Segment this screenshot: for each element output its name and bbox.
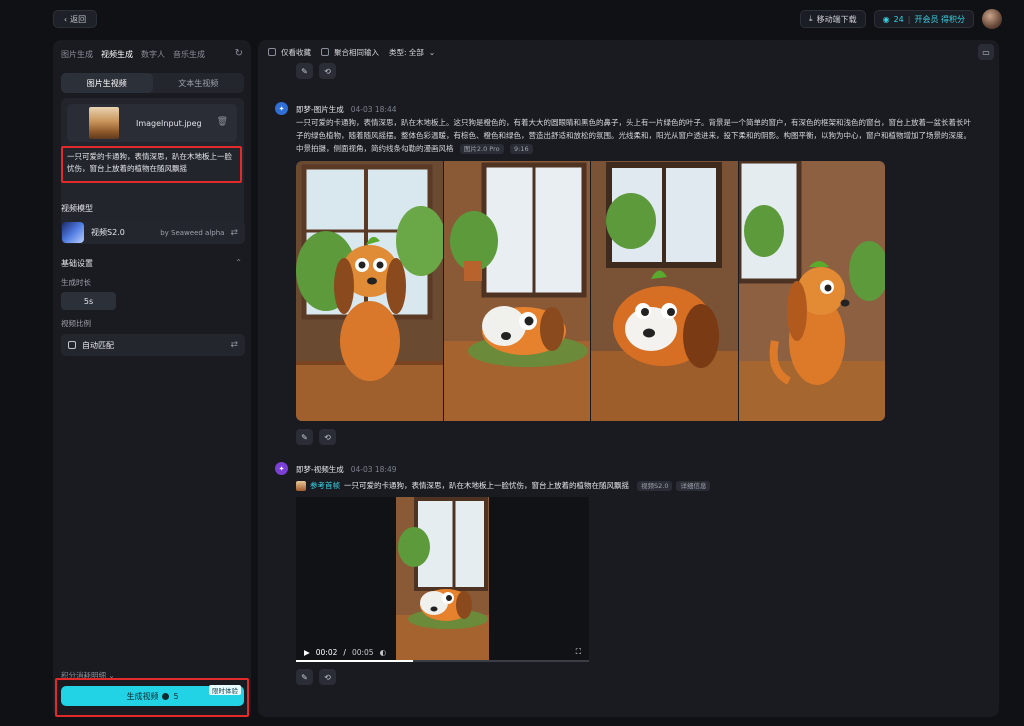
- segment-image-to-video[interactable]: 图片生视频: [61, 73, 153, 93]
- video-entry-header: 即梦-视频生成 04-03 18:49: [296, 464, 397, 475]
- model-selector[interactable]: 视频S2.0 by Seaweed alpha ⇄: [61, 221, 245, 244]
- trash-icon[interactable]: 🗑: [217, 117, 228, 127]
- model-name: 视频S2.0: [91, 228, 125, 237]
- type-filter-label: 类型: 全部: [389, 47, 424, 57]
- folder-icon[interactable]: ▭: [978, 44, 994, 60]
- chevron-down-icon: ⌄: [428, 47, 436, 57]
- refresh-icon[interactable]: ↻: [235, 48, 243, 59]
- image-entry-header: 即梦-图片生成 04-03 18:44: [296, 104, 397, 115]
- credit-icon: ◉: [882, 14, 890, 24]
- time-separator: /: [343, 647, 346, 657]
- entry-title: 即梦-视频生成: [296, 465, 344, 474]
- video-player[interactable]: ▶ 00:02 / 00:05 ◐ ⛶: [296, 497, 589, 662]
- credits-vip-button[interactable]: ◉ 24 | 开会员 得积分: [873, 10, 974, 28]
- dreamina-logo-icon: ✦: [275, 102, 288, 115]
- chevron-left-icon: ‹: [63, 14, 68, 24]
- mobile-download-label: 移动端下载: [816, 14, 857, 24]
- mode-tabs: 图片生成 视频生成 数字人 音乐生成 ↻: [61, 46, 243, 62]
- merge-input-filter[interactable]: 聚合相同输入: [321, 47, 379, 58]
- back-button[interactable]: ‹ 返回: [53, 10, 97, 28]
- checkbox[interactable]: [268, 48, 276, 56]
- generated-images: [296, 161, 885, 421]
- duration-label: 生成时长: [61, 278, 91, 287]
- credits-count: 24: [893, 14, 904, 24]
- tab-music-generation[interactable]: 音乐生成: [173, 49, 205, 60]
- ratio-label: 视频比例: [61, 319, 91, 328]
- duration-value: 5s: [83, 296, 94, 306]
- reference-frame-label: 参考首帧: [310, 481, 340, 490]
- prompt-highlight-box: [61, 146, 242, 183]
- type-filter-dropdown[interactable]: 类型: 全部 ⌄: [389, 47, 435, 58]
- main-panel: 仅看收藏 聚合相同输入 类型: 全部 ⌄ ▭ ✎ ⟲ ✦ 即梦-图片生成 04-…: [258, 40, 999, 717]
- regenerate-icon[interactable]: ⟲: [319, 63, 336, 79]
- edit-icon[interactable]: ✎: [296, 429, 313, 445]
- adjust-icon: ⇄: [230, 340, 238, 350]
- generate-highlight-box: [55, 678, 249, 717]
- edit-icon[interactable]: ✎: [296, 669, 313, 685]
- model-section-title: 视频模型: [61, 204, 93, 213]
- generated-image-4[interactable]: [738, 161, 885, 421]
- favorites-only-filter[interactable]: 仅看收藏: [268, 47, 311, 58]
- model-by: by Seaweed alpha: [160, 228, 225, 237]
- edit-icon[interactable]: ✎: [296, 63, 313, 79]
- model-thumbnail: [62, 222, 84, 243]
- ratio-tag: 9:16: [510, 144, 533, 154]
- entry-time: 04-03 18:49: [350, 465, 397, 474]
- basic-settings-title: 基础设置: [61, 259, 93, 268]
- checkbox[interactable]: [321, 48, 329, 56]
- video-prompt-line: 参考首帧 一只可爱的卡通狗，表情深思，趴在木地板上一脸忧伤，窗台上放着的植物在随…: [296, 480, 711, 491]
- uploaded-file[interactable]: ImageInput.jpeg 🗑: [67, 104, 237, 142]
- play-icon[interactable]: ▶: [304, 648, 310, 657]
- video-frame: [396, 497, 489, 662]
- user-avatar[interactable]: [982, 9, 1002, 29]
- volume-icon[interactable]: ◐: [380, 648, 387, 657]
- entry-title: 即梦-图片生成: [296, 105, 344, 114]
- video-source-toggle: 图片生视频 文本生视频: [61, 73, 244, 93]
- mobile-download-button[interactable]: ⤓ 移动端下载: [800, 10, 866, 28]
- download-icon: ⤓: [809, 14, 813, 23]
- current-time: 00:02: [315, 647, 338, 657]
- chevron-up-icon[interactable]: ⌃: [235, 258, 242, 267]
- fullscreen-icon[interactable]: ⛶: [576, 647, 581, 657]
- tab-video-generation[interactable]: 视频生成: [101, 49, 133, 60]
- uploaded-image-thumbnail: [89, 107, 119, 139]
- ratio-value: 自动匹配: [82, 340, 114, 350]
- merge-input-label: 聚合相同输入: [334, 47, 379, 57]
- ratio-icon: [68, 341, 76, 349]
- video-progress-fill: [296, 660, 414, 662]
- adjust-icon: ⇄: [230, 227, 238, 238]
- total-duration: 00:05: [351, 647, 374, 657]
- duration-option[interactable]: 5s: [61, 292, 116, 310]
- dreamina-logo-icon: ✦: [275, 462, 288, 475]
- video-prompt-text: 一只可爱的卡通狗，表情深思，趴在木地板上一脸忧伤，窗台上放着的植物在随风飘摇: [344, 481, 629, 490]
- tab-digital-human[interactable]: 数字人: [141, 49, 165, 60]
- image-entry-prompt: 一只可爱的卡通狗，表情深思，趴在木地板上。这只狗是橙色的，有着大大的圆眼睛和黑色…: [296, 116, 971, 155]
- generated-image-1[interactable]: [296, 161, 443, 421]
- generated-image-3[interactable]: [591, 161, 738, 421]
- detail-info-tag[interactable]: 详细信息: [676, 480, 711, 491]
- video-controls: ▶ 00:02 / 00:05 ◐ ⛶: [296, 642, 589, 662]
- vip-label: 开会员 得积分: [914, 14, 965, 24]
- entry-time: 04-03 18:44: [350, 105, 397, 114]
- filter-bar: 仅看收藏 聚合相同输入 类型: 全部 ⌄: [268, 46, 435, 58]
- video-model-tag: 视频S2.0: [637, 480, 673, 491]
- left-panel: 图片生成 视频生成 数字人 音乐生成 ↻ 图片生视频 文本生视频 ImageIn…: [53, 40, 251, 717]
- segment-text-to-video[interactable]: 文本生视频: [153, 73, 245, 93]
- image-prompt-text: 一只可爱的卡通狗，表情深思，趴在木地板上。这只狗是橙色的，有着大大的圆眼睛和黑色…: [296, 118, 971, 153]
- model-tag: 图片2.0 Pro: [459, 144, 504, 154]
- regenerate-icon[interactable]: ⟲: [319, 669, 336, 685]
- video-progress-bar[interactable]: [296, 660, 589, 662]
- reference-frame-thumbnail[interactable]: [296, 480, 306, 491]
- divider: |: [907, 14, 911, 24]
- ratio-selector[interactable]: 自动匹配 ⇄: [61, 334, 245, 356]
- file-name: ImageInput.jpeg: [136, 118, 202, 128]
- favorites-only-label: 仅看收藏: [281, 47, 311, 57]
- back-label: 返回: [70, 14, 87, 24]
- tab-image-generation[interactable]: 图片生成: [61, 49, 93, 60]
- top-bar: ‹ 返回 ⤓ 移动端下载 ◉ 24 | 开会员 得积分: [0, 0, 1024, 38]
- regenerate-icon[interactable]: ⟲: [319, 429, 336, 445]
- generated-image-2[interactable]: [443, 161, 590, 421]
